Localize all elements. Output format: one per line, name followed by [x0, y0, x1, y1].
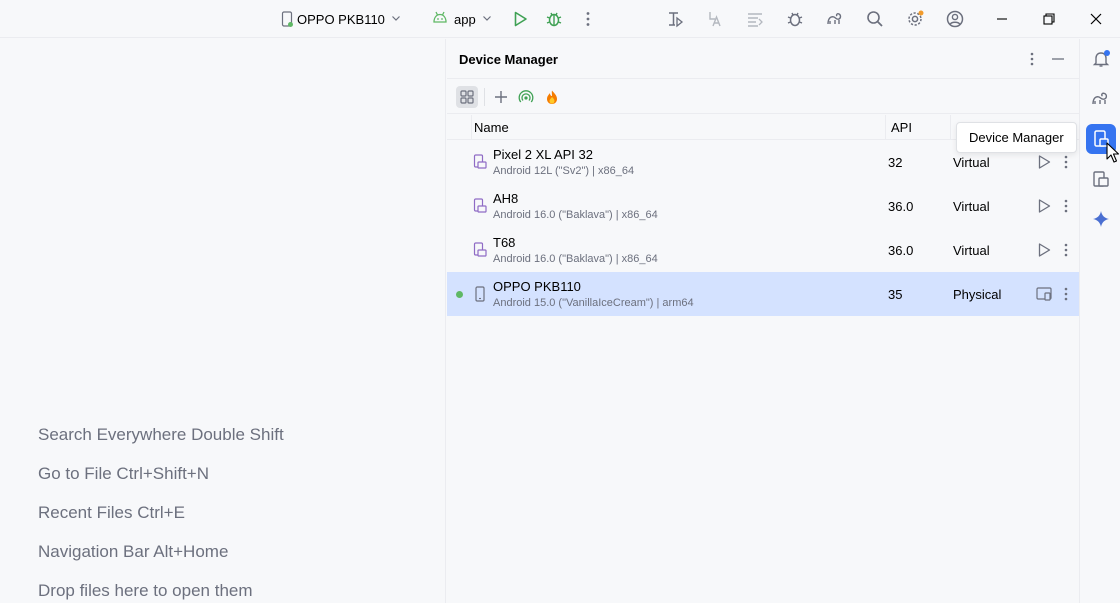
close-icon[interactable]: [1085, 8, 1107, 30]
panel-header: Device Manager: [447, 39, 1079, 79]
device-name: Pixel 2 XL API 32: [493, 147, 593, 162]
android-icon: [432, 10, 448, 29]
online-status-dot: [456, 291, 463, 298]
device-selector-label: OPPO PKB110: [297, 11, 385, 27]
device-name: AH8: [493, 191, 519, 206]
device-details: Android 16.0 ("Baklava") | x86_64: [493, 253, 658, 265]
column-divider: [950, 115, 951, 140]
column-divider: [471, 115, 472, 140]
logcat-icon[interactable]: [744, 8, 766, 30]
hint-search-everywhere: Search Everywhere Double Shift: [38, 425, 284, 444]
virtual-device-icon: [473, 154, 487, 170]
editor-empty-area[interactable]: Search Everywhere Double Shift Go to Fil…: [0, 39, 446, 603]
device-type: Virtual: [953, 199, 990, 214]
hint-drop-files: Drop files here to open them: [38, 581, 253, 600]
device-more-icon[interactable]: [1059, 153, 1073, 171]
restore-icon[interactable]: [1038, 8, 1060, 30]
firebase-icon[interactable]: [541, 86, 563, 108]
panel-title: Device Manager: [459, 52, 558, 67]
hint-navigation-bar: Navigation Bar Alt+Home: [38, 542, 229, 561]
main-toolbar: OPPO PKB110 app: [0, 0, 1120, 38]
start-device-icon[interactable]: [1035, 153, 1053, 171]
debug-icon[interactable]: [543, 8, 565, 30]
tooltip: Device Manager: [956, 122, 1077, 153]
device-name: OPPO PKB110: [493, 279, 581, 294]
device-name: T68: [493, 235, 516, 250]
running-devices-icon[interactable]: [1086, 164, 1116, 194]
column-header-api[interactable]: API: [891, 120, 912, 135]
gradle-tool-icon[interactable]: [1086, 84, 1116, 114]
chevron-down-icon: [391, 10, 401, 28]
chevron-down-icon: [482, 10, 492, 28]
minimize-icon[interactable]: [991, 8, 1013, 30]
toolbar-divider: [484, 88, 485, 106]
device-manager-toolbar: [447, 80, 1079, 114]
device-type: Physical: [953, 287, 1002, 302]
hint-recent-files: Recent Files Ctrl+E: [38, 503, 185, 522]
column-header-name[interactable]: Name: [474, 120, 509, 135]
device-details: Android 12L ("Sv2") | x86_64: [493, 165, 635, 177]
profiler-icon[interactable]: [664, 8, 686, 30]
device-api: 32: [888, 155, 903, 170]
settings-icon[interactable]: [904, 8, 926, 30]
wifi-pairing-icon[interactable]: [515, 86, 537, 108]
notifications-icon[interactable]: [1086, 44, 1116, 74]
panel-options-icon[interactable]: [1024, 50, 1040, 68]
gemini-icon[interactable]: [1086, 204, 1116, 234]
gradle-icon[interactable]: [824, 8, 846, 30]
phone-icon: [281, 11, 293, 27]
device-more-icon[interactable]: [1059, 197, 1073, 215]
physical-device-icon: [473, 286, 487, 302]
add-device-icon[interactable]: [490, 86, 512, 108]
panel-hide-icon[interactable]: [1049, 50, 1067, 68]
device-more-icon[interactable]: [1059, 285, 1073, 303]
device-api: 36.0: [888, 199, 914, 214]
run-icon[interactable]: [509, 8, 531, 30]
more-icon[interactable]: [577, 8, 599, 30]
search-icon[interactable]: [864, 8, 886, 30]
device-more-icon[interactable]: [1059, 241, 1073, 259]
right-tool-stripe: [1079, 39, 1120, 603]
device-type: Virtual: [953, 243, 990, 258]
device-type: Virtual: [953, 155, 990, 170]
account-icon[interactable]: [944, 8, 966, 30]
device-api: 35: [888, 287, 903, 302]
bug-icon[interactable]: [784, 8, 806, 30]
start-device-icon[interactable]: [1035, 197, 1053, 215]
virtual-device-icon: [473, 242, 487, 258]
virtual-device-icon: [473, 198, 487, 214]
run-config-label: app: [454, 11, 476, 27]
device-row-selected[interactable]: OPPO PKB110 Android 15.0 ("VanillaIceCre…: [447, 272, 1079, 316]
device-details: Android 16.0 ("Baklava") | x86_64: [493, 209, 658, 221]
run-config-selector[interactable]: app: [432, 0, 492, 38]
column-divider: [885, 115, 886, 140]
editor-hints: Search Everywhere Double Shift Go to Fil…: [38, 421, 284, 603]
device-api: 36.0: [888, 243, 914, 258]
device-row[interactable]: AH8 Android 16.0 ("Baklava") | x86_64 36…: [447, 184, 1079, 228]
group-view-icon[interactable]: [456, 86, 478, 108]
start-device-icon[interactable]: [1035, 241, 1053, 259]
translate-icon[interactable]: [704, 8, 726, 30]
device-selector[interactable]: OPPO PKB110: [281, 0, 401, 38]
device-row[interactable]: T68 Android 16.0 ("Baklava") | x86_64 36…: [447, 228, 1079, 272]
mouse-cursor-icon: [1106, 142, 1120, 164]
mirror-device-icon[interactable]: [1035, 285, 1053, 303]
hint-go-to-file: Go to File Ctrl+Shift+N: [38, 464, 210, 483]
device-details: Android 15.0 ("VanillaIceCream") | arm64: [493, 297, 694, 309]
